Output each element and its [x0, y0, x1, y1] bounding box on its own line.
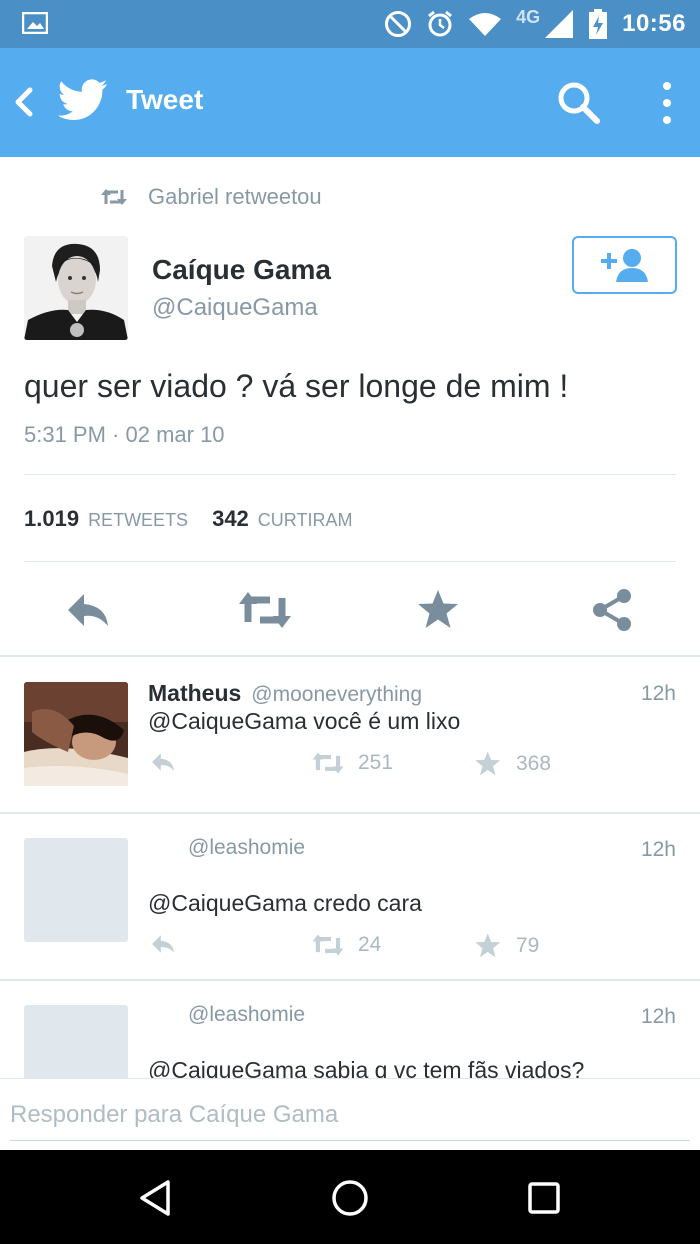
reply-favorite-count: 368	[516, 752, 552, 775]
reply-text: @CaiqueGama você é um lixo	[148, 708, 461, 734]
image-icon	[22, 12, 48, 34]
retweets-count[interactable]: 1.019	[24, 506, 79, 532]
nav-recents-icon[interactable]	[522, 1176, 566, 1220]
reply-text: @CaiqueGama credo cara	[148, 890, 422, 916]
author-handle[interactable]: @CaiqueGama	[152, 294, 318, 322]
reply-text: @CaiqueGama sabia q vc tem fãs viados?	[148, 1057, 585, 1078]
back-icon[interactable]	[10, 84, 40, 120]
reply-retweet-action[interactable]: 24	[310, 932, 381, 958]
page-title: Tweet	[126, 84, 204, 115]
system-nav-bar	[0, 1150, 700, 1244]
divider	[24, 474, 676, 475]
retweets-label[interactable]: RETWEETS	[88, 510, 188, 531]
reply-time: 12h	[640, 1005, 676, 1028]
reply-time: 12h	[640, 682, 676, 705]
network-type: 4G	[516, 6, 541, 27]
retweet-icon	[312, 752, 344, 774]
reply-reply-action[interactable]	[148, 932, 178, 956]
reply-retweet-count: 24	[358, 933, 382, 956]
search-icon[interactable]	[556, 80, 602, 126]
alarm-icon	[428, 10, 453, 37]
tweet-text: quer ser viado ? vá ser longe de mim !	[24, 368, 569, 404]
likes-count[interactable]: 342	[212, 506, 249, 532]
add-user-icon	[600, 249, 648, 282]
reply-time: 12h	[640, 838, 676, 861]
divider	[0, 812, 700, 814]
do-not-disturb-icon	[385, 11, 412, 37]
signal-icon	[545, 10, 574, 38]
share-icon[interactable]	[590, 588, 638, 632]
clock: 10:56	[622, 10, 686, 37]
reply-icon	[152, 935, 174, 953]
retweet-icon	[312, 934, 344, 956]
reply-composer	[0, 1078, 700, 1150]
reply-reply-action[interactable]	[148, 750, 178, 774]
divider	[0, 655, 700, 657]
retweet-context: Gabriel retweetou	[100, 184, 322, 210]
likes-label[interactable]: CURTIRAM	[258, 510, 353, 531]
reply-favorite-count: 79	[516, 934, 540, 957]
retweet-small-icon	[101, 189, 127, 205]
wifi-icon	[469, 13, 502, 36]
reply-retweet-count: 251	[358, 751, 394, 774]
status-bar: 4G 10:56	[0, 0, 700, 48]
reply-avatar[interactable]	[24, 1005, 128, 1078]
reply-author-handle[interactable]: @mooneverything	[251, 683, 422, 707]
nav-back-icon[interactable]	[134, 1176, 178, 1220]
reply-avatar[interactable]	[24, 682, 128, 786]
favorite-star-icon[interactable]	[416, 588, 464, 632]
favorite-star-icon	[475, 751, 501, 776]
nav-home-icon[interactable]	[328, 1176, 372, 1220]
reply-item[interactable]: @leashomie 12h @CaiqueGama sabia q vc te…	[0, 1005, 700, 1078]
tweet-timestamp: 5:31 PM · 02 mar 10	[24, 422, 225, 447]
reply-icon	[152, 753, 174, 771]
reply-actions: 251 368	[148, 750, 568, 780]
battery-charging-icon	[589, 9, 608, 39]
reply-avatar[interactable]	[24, 838, 128, 942]
reply-input[interactable]	[10, 1089, 690, 1141]
tweet-actions	[0, 580, 700, 640]
app-bar: Tweet	[0, 48, 700, 157]
follow-button[interactable]	[572, 236, 677, 294]
reply-actions: 24 79	[148, 932, 568, 962]
retweet-icon[interactable]	[238, 588, 292, 632]
reply-author-handle[interactable]: @leashomie	[188, 1005, 305, 1027]
divider	[24, 561, 676, 562]
reply-author-name[interactable]: Matheus	[148, 680, 241, 707]
favorite-star-icon	[475, 933, 501, 958]
twitter-bird-icon	[58, 79, 108, 120]
author-avatar[interactable]	[24, 236, 128, 340]
reply-icon[interactable]	[64, 588, 112, 632]
reply-author-handle[interactable]: @leashomie	[188, 836, 305, 860]
author-name[interactable]: Caíque Gama	[152, 254, 331, 286]
reply-favorite-action[interactable]: 79	[474, 932, 539, 960]
tweet-stats: 1.019 RETWEETS 342 CURTIRAM	[24, 506, 352, 532]
reply-retweet-action[interactable]: 251	[310, 750, 393, 776]
reply-favorite-action[interactable]: 368	[474, 750, 551, 778]
divider	[0, 979, 700, 981]
retweeted-by-label: Gabriel retweetou	[148, 184, 322, 209]
more-vert-icon[interactable]	[652, 80, 682, 126]
